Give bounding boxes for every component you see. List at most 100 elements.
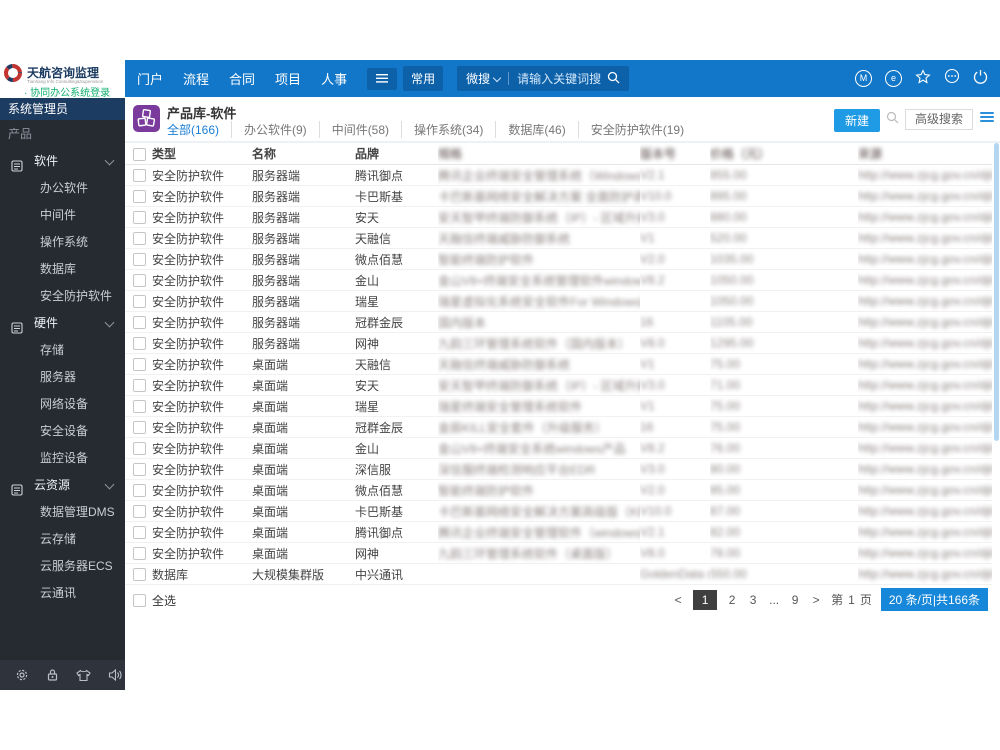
sidebar-menu: 软件 办公软件 中间件 操作系统 数据库 安全防护软件 硬件 存储 服务器 网络设备 安全设备 监控设…	[0, 148, 125, 607]
theme-shirt-icon[interactable]	[75, 669, 91, 682]
cell-price: 71.00	[710, 374, 858, 396]
cell-name: 服务器端	[252, 164, 355, 186]
row-checkbox[interactable]	[133, 190, 146, 204]
row-checkbox[interactable]	[133, 526, 146, 540]
tab-1[interactable]: 全部(166)	[167, 121, 219, 138]
page-size-badge[interactable]: 20 条/页|共166条	[880, 588, 988, 611]
cell-brand-text: 天融信	[355, 357, 392, 372]
new-button[interactable]: 新建	[833, 109, 880, 132]
nav-item-3[interactable]: 合同	[229, 69, 255, 88]
row-checkbox[interactable]	[133, 253, 146, 267]
nav-item-5[interactable]: 人事	[321, 69, 347, 88]
vertical-scrollbar[interactable]	[994, 143, 999, 441]
column-header-label: 价格（元）	[710, 147, 771, 161]
row-checkbox[interactable]	[133, 400, 146, 414]
advanced-search-group: 高级搜索	[886, 109, 973, 130]
row-checkbox[interactable]	[133, 316, 146, 330]
row-checkbox[interactable]	[133, 337, 146, 351]
tab-6[interactable]: 安全防护软件(19)	[577, 121, 684, 138]
more-ellipsis-icon[interactable]	[944, 68, 960, 89]
cell-version: V2.1	[640, 521, 710, 543]
sidebar-item-中间件[interactable]: 中间件	[0, 202, 125, 229]
sidebar-item-数据管理DMS[interactable]: 数据管理DMS	[0, 499, 125, 526]
row-checkbox[interactable]	[133, 358, 146, 372]
row-checkbox[interactable]	[133, 568, 146, 582]
tab-5[interactable]: 数据库(46)	[495, 121, 566, 138]
row-checkbox[interactable]	[133, 295, 146, 309]
settings-gear-icon[interactable]	[15, 668, 29, 682]
row-checkbox[interactable]	[133, 421, 146, 435]
select-all-checkbox[interactable]	[133, 594, 146, 607]
nav-item-4[interactable]: 项目	[275, 69, 301, 88]
tab-4[interactable]: 操作系统(34)	[401, 121, 483, 138]
sidebar-item-操作系统[interactable]: 操作系统	[0, 229, 125, 256]
row-checkbox[interactable]	[133, 274, 146, 288]
global-search-box[interactable]: 微搜 请输入关键词搜	[457, 66, 630, 91]
cell-source-text: http://www.zjcg.gov.cn/djl/zg/	[858, 525, 992, 539]
sidebar-item-网络设备[interactable]: 网络设备	[0, 391, 125, 418]
sidebar-item-安全防护软件[interactable]: 安全防护软件	[0, 283, 125, 310]
page-jump-input[interactable]: 1	[848, 593, 855, 607]
cell-spec: 金山V8+终端安全系统windows产品	[438, 437, 640, 459]
sidebar-item-云资源[interactable]: 云资源	[0, 472, 125, 499]
sidebar-item-硬件[interactable]: 硬件	[0, 310, 125, 337]
cell-version: V8.0	[640, 332, 710, 354]
cell-brand-text: 微点佰慧	[355, 252, 404, 267]
nav-menu-button[interactable]	[367, 67, 398, 90]
lock-icon[interactable]	[46, 668, 59, 682]
tab-2[interactable]: 办公软件(9)	[231, 121, 307, 138]
volume-speaker-icon[interactable]	[108, 668, 123, 682]
page-button-1[interactable]: 1	[693, 589, 718, 610]
row-checkbox[interactable]	[133, 232, 146, 246]
header-checkbox[interactable]	[133, 147, 146, 161]
tab-3[interactable]: 中间件(58)	[318, 121, 389, 138]
list-view-toggle-icon[interactable]	[980, 112, 994, 123]
sidebar-item-办公软件[interactable]: 办公软件	[0, 175, 125, 202]
row-checkbox[interactable]	[133, 379, 146, 393]
page-button-9[interactable]: 9	[789, 590, 801, 610]
row-checkbox[interactable]	[133, 484, 146, 498]
sidebar-item-软件[interactable]: 软件	[0, 148, 125, 175]
search-icon[interactable]	[886, 111, 899, 129]
row-checkbox[interactable]	[133, 463, 146, 477]
sidebar-item-云服务器ECS[interactable]: 云服务器ECS	[0, 553, 125, 580]
cell-price: 1035.00	[710, 248, 858, 270]
page-next-button[interactable]: >	[810, 590, 822, 610]
sidebar-item-安全设备[interactable]: 安全设备	[0, 418, 125, 445]
nav-item-2[interactable]: 流程	[183, 69, 209, 88]
advanced-search-button[interactable]: 高级搜索	[904, 109, 973, 130]
cell-name: 桌面端	[252, 437, 355, 459]
message-m-icon[interactable]: M	[855, 70, 872, 87]
sidebar-item-监控设备[interactable]: 监控设备	[0, 445, 125, 472]
e-service-icon[interactable]: e	[885, 70, 902, 87]
sidebar-item-云存储[interactable]: 云存储	[0, 526, 125, 553]
sidebar-item-数据库[interactable]: 数据库	[0, 256, 125, 283]
sidebar-item-云通讯[interactable]: 云通讯	[0, 580, 125, 607]
cell-brand: 天融信	[355, 353, 438, 375]
favorites-star-icon[interactable]	[915, 68, 931, 89]
oa-login-link[interactable]: · 协同办公系统登录	[0, 88, 125, 100]
search-scope-dropdown[interactable]: 微搜	[466, 70, 502, 87]
search-input[interactable]: 请输入关键词搜	[517, 70, 601, 87]
nav-item-1[interactable]: 门户	[137, 69, 163, 88]
row-checkbox[interactable]	[133, 505, 146, 519]
search-icon[interactable]	[607, 71, 620, 87]
power-logout-icon[interactable]	[973, 69, 988, 89]
page-prev-button[interactable]: <	[672, 590, 684, 610]
sidebar-item-服务器[interactable]: 服务器	[0, 364, 125, 391]
sidebar-item-存储[interactable]: 存储	[0, 337, 125, 364]
page-button-2[interactable]: 2	[726, 590, 738, 610]
row-checkbox[interactable]	[133, 442, 146, 456]
row-checkbox[interactable]	[133, 211, 146, 225]
cell-brand: 天融信	[355, 227, 438, 249]
cell-source: http://www.zjcg.gov.cn/djl/zg/	[858, 206, 992, 228]
cell-brand-text: 瑞星	[355, 294, 380, 309]
nav-common-button[interactable]: 常用	[403, 66, 444, 91]
cell-spec: 深信服终端检测响应平台EDR	[438, 458, 640, 480]
page-button-3[interactable]: 3	[747, 590, 759, 610]
row-checkbox[interactable]	[133, 169, 146, 183]
pagination: <1 2 3... 9 > 第 1 页 20 条/页|共166条	[672, 588, 988, 611]
cell-spec: 天融信终端威胁防御系统	[438, 353, 640, 375]
row-checkbox[interactable]	[133, 547, 146, 561]
cell-spec-text: 安天智甲终端防御系统（IP）- 区域升级服务	[438, 378, 640, 393]
